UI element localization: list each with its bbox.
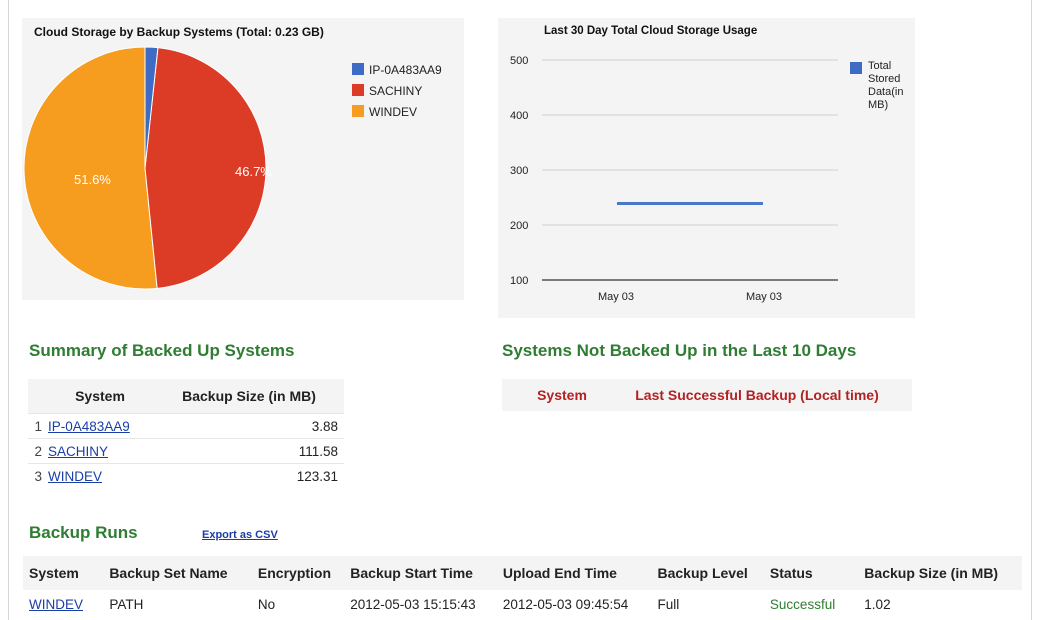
- pie-legend-label-sachiny: SACHINY: [369, 84, 423, 98]
- legend-swatch-sachiny: [352, 84, 364, 96]
- backup-runs-table: System Backup Set Name Encryption Backup…: [23, 556, 1022, 618]
- backup-size-value: 111.58: [154, 438, 344, 464]
- runs-header-end-time[interactable]: Upload End Time: [496, 556, 652, 590]
- row-number: 1: [28, 413, 46, 439]
- table-row: 2 SACHINY 111.58: [28, 438, 344, 464]
- run-system-link-windev[interactable]: WINDEV: [29, 597, 83, 612]
- table-row: WINDEV PATH No 2012-05-03 15:15:43 2012-…: [23, 590, 1022, 618]
- legend-swatch-windev: [352, 105, 364, 117]
- pie-legend-item-windev: WINDEV: [352, 105, 417, 119]
- y-tick-label: 200: [510, 220, 528, 232]
- pie-slice-windev: [23, 46, 158, 290]
- line-chart-panel: Last 30 Day Total Cloud Storage Usage 50…: [498, 18, 915, 318]
- system-link-ip-0a483aa9[interactable]: IP-0A483AA9: [48, 419, 130, 434]
- summary-table: System Backup Size (in MB) 1 IP-0A483AA9…: [28, 379, 344, 488]
- pie-chart-panel: Cloud Storage by Backup Systems (Total: …: [22, 18, 464, 300]
- pie-legend-item-sachiny: SACHINY: [352, 84, 422, 98]
- pie-chart: 51.6% 46.7%: [23, 46, 272, 290]
- table-row: 3 WINDEV 123.31: [28, 463, 344, 488]
- row-number: 3: [28, 463, 46, 488]
- summary-header-system[interactable]: System: [46, 379, 154, 414]
- x-tick-label: May 03: [598, 291, 634, 303]
- line-legend-swatch: [850, 62, 862, 74]
- legend-swatch-ip: [352, 63, 364, 75]
- run-set-name: PATH: [109, 596, 144, 612]
- runs-header-set-name[interactable]: Backup Set Name: [103, 556, 252, 590]
- run-encryption: No: [257, 596, 276, 612]
- not-backed-up-header-last-backup[interactable]: Last Successful Backup (Local time): [602, 379, 912, 411]
- run-size: 1.02: [864, 596, 891, 612]
- backup-size-value: 123.31: [154, 463, 344, 488]
- runs-header-start-time[interactable]: Backup Start Time: [344, 556, 497, 590]
- summary-header-row: System Backup Size (in MB): [28, 379, 344, 414]
- row-number: 2: [28, 438, 46, 464]
- runs-header-encryption[interactable]: Encryption: [251, 556, 345, 590]
- backup-runs-title: Backup Runs: [29, 523, 138, 542]
- line-legend-label: Total Stored Data(in MB): [868, 60, 904, 111]
- y-tick-label: 300: [510, 165, 528, 177]
- summary-header-size[interactable]: Backup Size (in MB): [154, 379, 344, 414]
- pie-legend-item-ip: IP-0A483AA9: [352, 63, 442, 77]
- not-backed-up-header-row: System Last Successful Backup (Local tim…: [502, 379, 912, 411]
- not-backed-up-header-index: [502, 379, 522, 411]
- summary-title: Summary of Backed Up Systems: [29, 341, 295, 360]
- backup-size-value: 3.88: [154, 413, 344, 439]
- pie-label-sachiny: 46.7%: [235, 164, 272, 179]
- y-tick-label: 500: [510, 55, 528, 67]
- runs-header-level[interactable]: Backup Level: [651, 556, 764, 590]
- not-backed-up-title: Systems Not Backed Up in the Last 10 Day…: [502, 341, 857, 360]
- x-tick-label: May 03: [746, 291, 782, 303]
- not-backed-up-table: System Last Successful Backup (Local tim…: [502, 379, 912, 411]
- not-backed-up-header-system[interactable]: System: [522, 379, 602, 411]
- y-tick-label: 100: [510, 275, 528, 287]
- run-end-time: 2012-05-03 09:45:54: [502, 596, 629, 612]
- runs-header-system[interactable]: System: [23, 556, 104, 590]
- run-level: Full: [657, 596, 680, 612]
- export-csv-link[interactable]: Export as CSV: [202, 529, 278, 541]
- pie-legend-label-windev: WINDEV: [369, 105, 417, 119]
- summary-header-index: [28, 379, 46, 414]
- table-row: 1 IP-0A483AA9 3.88: [28, 413, 344, 439]
- backup-runs-header-row: System Backup Set Name Encryption Backup…: [23, 556, 1022, 590]
- run-status: Successful: [769, 596, 836, 612]
- pie-legend-label-ip: IP-0A483AA9: [369, 63, 442, 77]
- system-link-windev[interactable]: WINDEV: [48, 469, 102, 484]
- runs-header-status[interactable]: Status: [763, 556, 859, 590]
- y-tick-label: 400: [510, 110, 528, 122]
- runs-header-size[interactable]: Backup Size (in MB): [858, 556, 1022, 590]
- run-start-time: 2012-05-03 15:15:43: [350, 596, 476, 612]
- system-link-sachiny[interactable]: SACHINY: [48, 444, 108, 459]
- pie-label-windev: 51.6%: [74, 172, 111, 187]
